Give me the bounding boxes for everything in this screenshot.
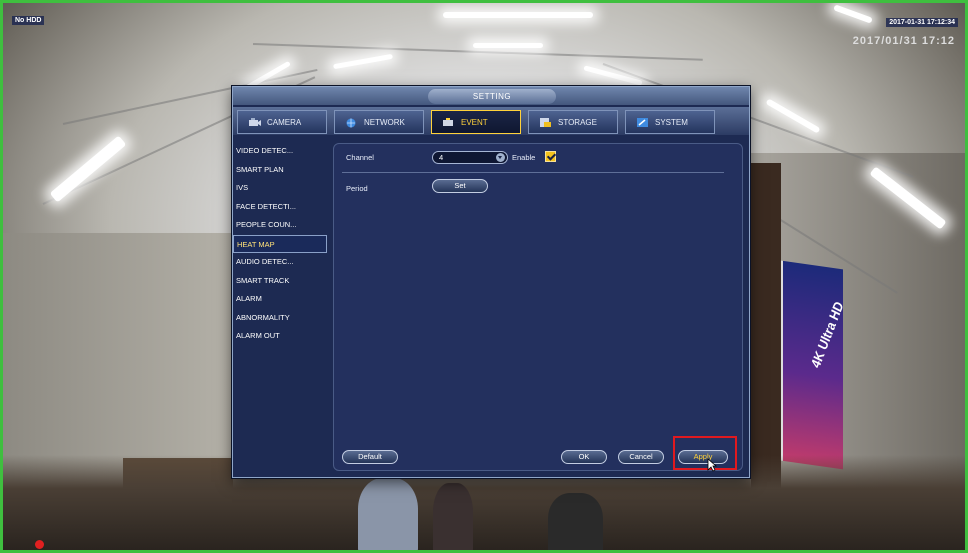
mouse-cursor-icon [707, 458, 717, 472]
product-banner: 4K Ultra HD [781, 260, 847, 470]
record-indicator [35, 540, 44, 549]
tab-label: EVENT [461, 117, 488, 127]
tab-storage[interactable]: STORAGE [528, 110, 618, 134]
tab-camera[interactable]: CAMERA [237, 110, 327, 134]
network-icon [345, 117, 359, 128]
menu-item-smart-plan[interactable]: SMART PLAN [233, 161, 331, 180]
menu-item-people-count[interactable]: PEOPLE COUN... [233, 216, 331, 235]
dialog-title: SETTING [428, 89, 556, 104]
chevron-down-icon [496, 153, 505, 162]
settings-dialog: SETTING CAMERA NETWORK EVENT STORAGE SYS… [232, 86, 750, 478]
menu-item-audio-detect[interactable]: AUDIO DETEC... [233, 253, 331, 272]
hdd-status: No HDD [12, 16, 45, 25]
banner-text: 4K Ultra HD [807, 298, 847, 371]
cancel-button[interactable]: Cancel [618, 450, 664, 464]
ceiling-light [833, 4, 873, 24]
default-button[interactable]: Default [342, 450, 398, 464]
tab-network[interactable]: NETWORK [334, 110, 424, 134]
event-icon [442, 117, 456, 128]
ok-button[interactable]: OK [561, 450, 607, 464]
menu-item-video-detect[interactable]: VIDEO DETEC... [233, 142, 331, 161]
menu-item-heat-map[interactable]: HEAT MAP [233, 234, 327, 253]
enable-checkbox[interactable] [545, 151, 556, 162]
heat-map-panel: Channel 4 Enable Period Set Default OK C… [333, 143, 743, 471]
channel-select[interactable]: 4 [432, 151, 508, 164]
period-set-button[interactable]: Set [432, 179, 488, 193]
ceiling-light [473, 43, 543, 48]
title-bar: SETTING [233, 87, 749, 105]
tab-bar: CAMERA NETWORK EVENT STORAGE SYSTEM [233, 107, 749, 135]
ceiling-light [765, 98, 821, 134]
ceiling-light [443, 12, 593, 18]
channel-label: Channel [346, 153, 374, 162]
datetime-overlay: 2017-01-31 17:12:34 [886, 18, 958, 27]
period-label: Period [346, 184, 368, 193]
menu-item-ivs[interactable]: IVS [233, 179, 331, 198]
tab-label: NETWORK [364, 117, 405, 127]
camera-icon [248, 117, 262, 128]
channel-value: 4 [439, 153, 444, 162]
tab-label: CAMERA [267, 117, 302, 127]
menu-item-face-detect[interactable]: FACE DETECTI... [233, 198, 331, 217]
apply-highlight-box [673, 436, 737, 470]
storage-icon [539, 117, 553, 128]
menu-item-alarm[interactable]: ALARM [233, 290, 331, 309]
divider [342, 172, 724, 173]
menu-item-smart-track[interactable]: SMART TRACK [233, 272, 331, 291]
person [358, 478, 418, 550]
menu-item-abnormality[interactable]: ABNORMALITY [233, 309, 331, 328]
enable-label: Enable [512, 153, 536, 162]
menu-item-alarm-out[interactable]: ALARM OUT [233, 327, 331, 346]
system-icon [636, 117, 650, 128]
person [548, 493, 603, 550]
person [433, 483, 473, 550]
door [751, 163, 781, 493]
event-menu: VIDEO DETEC... SMART PLAN IVS FACE DETEC… [233, 138, 331, 478]
tab-system[interactable]: SYSTEM [625, 110, 715, 134]
tab-label: SYSTEM [655, 117, 688, 127]
camera-timestamp: 2017/01/31 17:12 [852, 35, 955, 47]
ceiling-light [333, 53, 393, 70]
tab-label: STORAGE [558, 117, 597, 127]
tab-event[interactable]: EVENT [431, 110, 521, 134]
